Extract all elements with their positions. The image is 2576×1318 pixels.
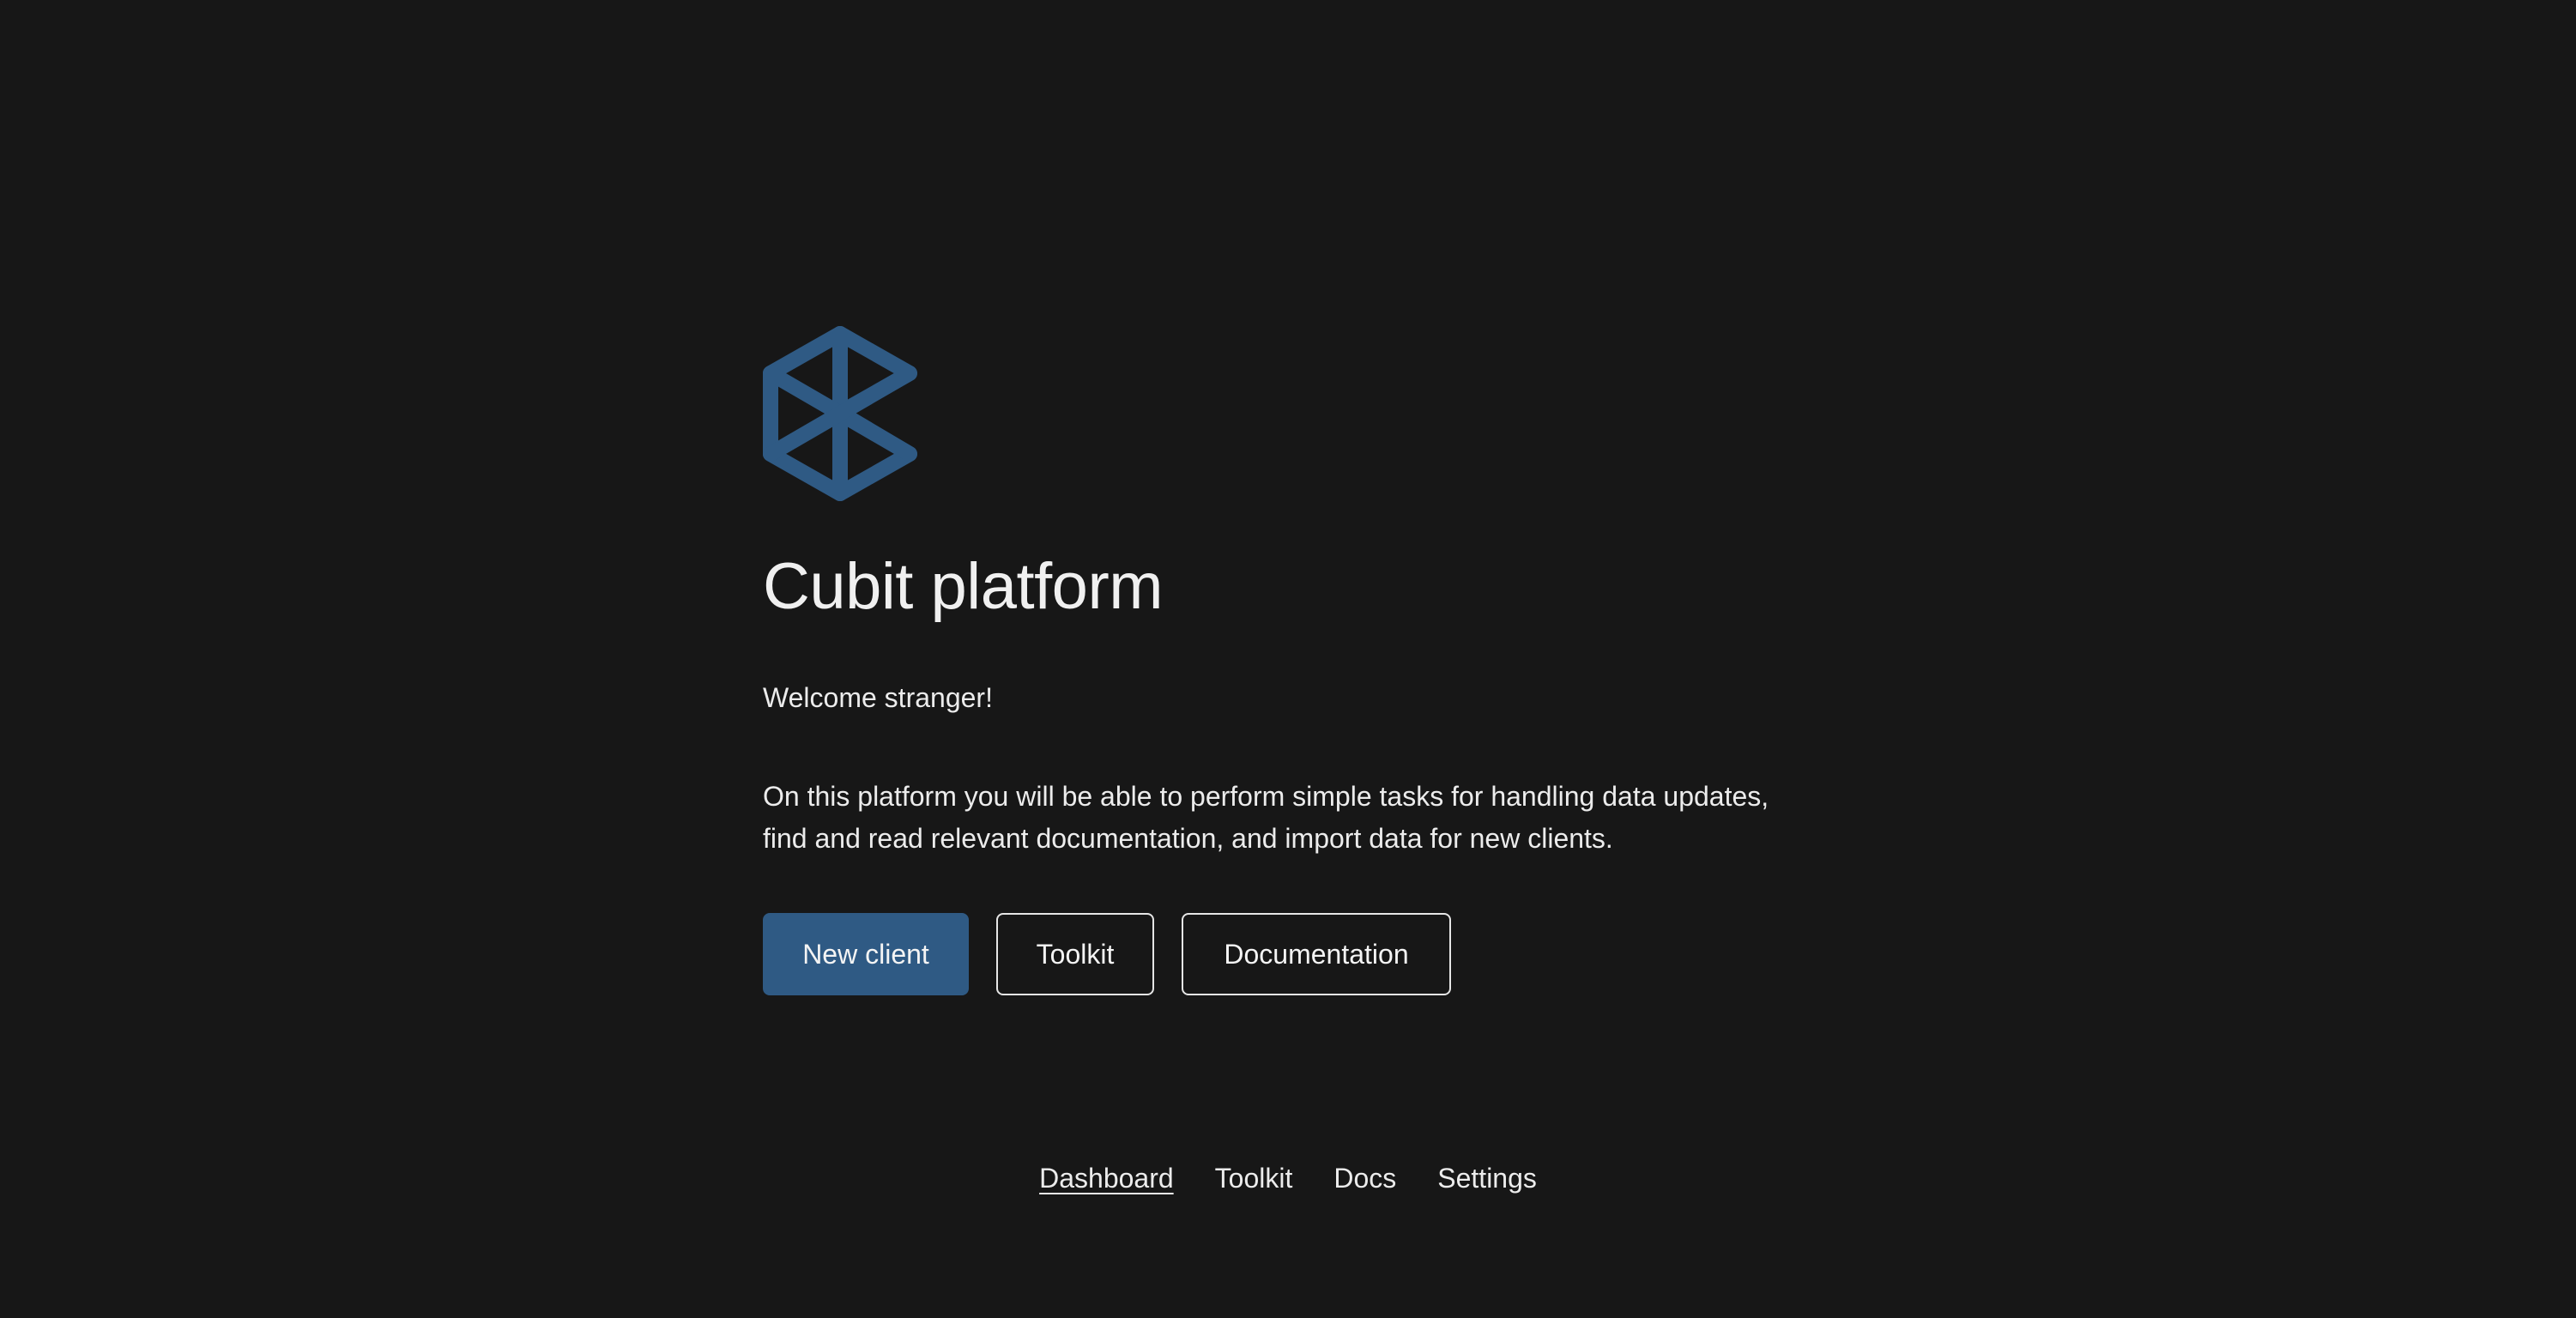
main-content: Cubit platform Welcome stranger! On this… xyxy=(763,326,1878,995)
footer-nav: Dashboard Toolkit Docs Settings xyxy=(0,1163,2576,1194)
documentation-button[interactable]: Documentation xyxy=(1182,913,1451,995)
platform-description: On this platform you will be able to per… xyxy=(763,776,1861,860)
description-line: find and read relevant documentation, an… xyxy=(763,823,1613,854)
new-client-button[interactable]: New client xyxy=(763,913,969,995)
welcome-message: Welcome stranger! xyxy=(763,682,993,713)
footer-link-toolkit[interactable]: Toolkit xyxy=(1215,1163,1293,1194)
footer-link-settings[interactable]: Settings xyxy=(1437,1163,1537,1194)
page-title: Cubit platform xyxy=(763,550,1164,623)
footer-link-docs[interactable]: Docs xyxy=(1333,1163,1396,1194)
toolkit-button[interactable]: Toolkit xyxy=(996,913,1154,995)
description-line: On this platform you will be able to per… xyxy=(763,781,1769,812)
footer-link-dashboard[interactable]: Dashboard xyxy=(1039,1163,1174,1194)
hexagon-cube-logo-icon xyxy=(763,326,917,501)
page: Cubit platform Welcome stranger! On this… xyxy=(0,0,2576,1318)
action-buttons: New client Toolkit Documentation xyxy=(763,913,1451,995)
